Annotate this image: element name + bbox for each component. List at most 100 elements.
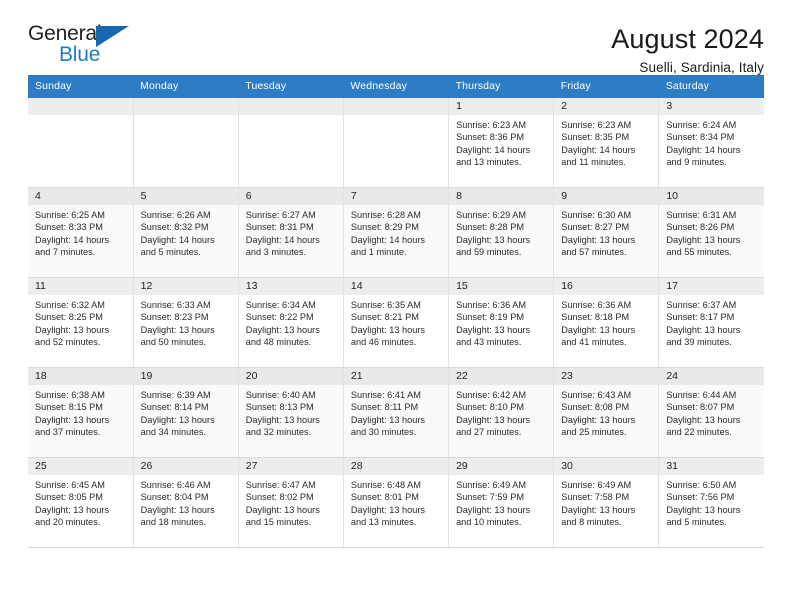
day-cell-inner: 31 Sunrise: 6:50 AM Sunset: 7:56 PM Dayligh…: [659, 458, 764, 547]
calendar-day-cell[interactable]: 18 Sunrise: 6:38 AM Sunset: 8:15 PM Dayligh…: [28, 367, 134, 458]
daylight-text-line1: Daylight: 13 hours: [245, 414, 320, 425]
daylight-text-line2: and 46 minutes.: [350, 336, 417, 347]
sunrise-text: Sunrise: 6:31 AM: [666, 210, 737, 220]
day-number: 29: [449, 458, 554, 475]
daylight-text-line2: and 8 minutes.: [561, 516, 622, 527]
day-details: Sunrise: 6:37 AM Sunset: 8:17 PM Daylight:…: [659, 295, 764, 348]
sunset-text: Sunset: 8:10 PM: [456, 402, 524, 413]
calendar-day-cell[interactable]: 23 Sunrise: 6:43 AM Sunset: 8:08 PM Dayligh…: [553, 367, 660, 458]
day-details: Sunrise: 6:46 AM Sunset: 8:04 PM Daylight:…: [134, 475, 238, 528]
calendar-day-cell[interactable]: 15 Sunrise: 6:36 AM Sunset: 8:19 PM Dayligh…: [448, 277, 555, 368]
sunrise-text: Sunrise: 6:23 AM: [561, 120, 632, 130]
calendar-day-cell[interactable]: 14 Sunrise: 6:35 AM Sunset: 8:21 PM Dayligh…: [343, 277, 450, 368]
daylight-text-line2: and 5 minutes.: [140, 246, 201, 257]
day-number: 31: [659, 458, 764, 475]
page-subtitle: Suelli, Sardinia, Italy: [639, 60, 764, 76]
calendar-day-cell[interactable]: 10 Sunrise: 6:31 AM Sunset: 8:26 PM Dayligh…: [658, 187, 764, 278]
page-header: General Blue August 2024 Suelli, Sardini…: [28, 0, 764, 76]
day-details: Sunrise: 6:36 AM Sunset: 8:18 PM Daylight:…: [554, 295, 658, 348]
daylight-text-line2: and 39 minutes.: [666, 336, 732, 347]
day-number: 20: [238, 368, 343, 385]
calendar-day-cell[interactable]: 19 Sunrise: 6:39 AM Sunset: 8:14 PM Dayligh…: [133, 367, 239, 458]
day-cell-inner: [238, 98, 343, 187]
calendar-day-cell[interactable]: 13 Sunrise: 6:34 AM Sunset: 8:22 PM Dayligh…: [238, 277, 344, 368]
sunset-text: Sunset: 8:25 PM: [35, 312, 103, 323]
sunset-text: Sunset: 8:14 PM: [140, 402, 209, 413]
calendar-day-cell[interactable]: 28 Sunrise: 6:48 AM Sunset: 8:01 PM Dayligh…: [343, 457, 450, 548]
calendar-day-cell[interactable]: 29 Sunrise: 6:49 AM Sunset: 7:59 PM Dayligh…: [448, 457, 555, 548]
calendar-day-cell[interactable]: 17 Sunrise: 6:37 AM Sunset: 8:17 PM Dayligh…: [658, 277, 764, 368]
calendar-day-cell[interactable]: 20 Sunrise: 6:40 AM Sunset: 8:13 PM Dayligh…: [238, 367, 344, 458]
calendar-day-cell[interactable]: 11 Sunrise: 6:32 AM Sunset: 8:25 PM Dayligh…: [28, 277, 134, 368]
sunset-text: Sunset: 8:21 PM: [350, 312, 419, 323]
calendar-day-cell[interactable]: 21 Sunrise: 6:41 AM Sunset: 8:11 PM Dayligh…: [343, 367, 450, 458]
calendar-day-cell[interactable]: 27 Sunrise: 6:47 AM Sunset: 8:02 PM Dayligh…: [238, 457, 344, 548]
day-cell-inner: 9 Sunrise: 6:30 AM Sunset: 8:27 PM Daylight…: [554, 188, 659, 277]
day-number: 12: [133, 278, 238, 295]
day-cell-inner: 4 Sunrise: 6:25 AM Sunset: 8:33 PM Daylight…: [28, 188, 133, 277]
calendar-day-cell[interactable]: 5 Sunrise: 6:26 AM Sunset: 8:32 PM Daylight…: [133, 187, 239, 278]
day-number: 19: [133, 368, 238, 385]
calendar-day-cell[interactable]: 3 Sunrise: 6:24 AM Sunset: 8:34 PM Daylight…: [658, 98, 764, 188]
daylight-text-line1: Daylight: 13 hours: [35, 414, 110, 425]
day-cell-inner: 10 Sunrise: 6:31 AM Sunset: 8:26 PM Dayligh…: [659, 188, 764, 277]
daylight-text-line1: Daylight: 14 hours: [140, 234, 215, 245]
day-details: Sunrise: 6:34 AM Sunset: 8:22 PM Daylight:…: [239, 295, 343, 348]
day-cell-inner: 16 Sunrise: 6:36 AM Sunset: 8:18 PM Dayligh…: [554, 278, 659, 367]
calendar-day-cell[interactable]: 24 Sunrise: 6:44 AM Sunset: 8:07 PM Dayligh…: [658, 367, 764, 458]
calendar-day-cell[interactable]: 31 Sunrise: 6:50 AM Sunset: 7:56 PM Dayligh…: [658, 457, 764, 548]
daylight-text-line2: and 32 minutes.: [245, 426, 312, 437]
day-number: 17: [659, 278, 764, 295]
calendar-day-cell[interactable]: 1 Sunrise: 6:23 AM Sunset: 8:36 PM Daylight…: [448, 98, 555, 188]
daylight-text-line1: Daylight: 13 hours: [245, 324, 320, 335]
calendar-day-cell[interactable]: 16 Sunrise: 6:36 AM Sunset: 8:18 PM Dayligh…: [553, 277, 660, 368]
sunset-text: Sunset: 8:05 PM: [35, 492, 103, 503]
calendar-day-cell[interactable]: 12 Sunrise: 6:33 AM Sunset: 8:23 PM Dayligh…: [133, 277, 239, 368]
daylight-text-line2: and 11 minutes.: [561, 156, 626, 167]
calendar-day-cell[interactable]: 26 Sunrise: 6:46 AM Sunset: 8:04 PM Dayligh…: [133, 457, 239, 548]
day-number: 9: [554, 188, 659, 205]
calendar-cell-empty: [28, 98, 134, 188]
calendar-day-cell[interactable]: 25 Sunrise: 6:45 AM Sunset: 8:05 PM Dayligh…: [28, 457, 134, 548]
day-number: 23: [554, 368, 659, 385]
daylight-text-line1: Daylight: 14 hours: [666, 144, 741, 155]
daylight-text-line1: Daylight: 14 hours: [561, 144, 636, 155]
daylight-text-line1: Daylight: 13 hours: [350, 504, 425, 515]
day-cell-inner: [28, 98, 133, 187]
sunset-text: Sunset: 8:28 PM: [456, 222, 524, 233]
calendar-day-cell[interactable]: 7 Sunrise: 6:28 AM Sunset: 8:29 PM Daylight…: [343, 187, 450, 278]
day-cell-inner: 8 Sunrise: 6:29 AM Sunset: 8:28 PM Daylight…: [449, 188, 554, 277]
sunrise-text: Sunrise: 6:29 AM: [456, 210, 527, 220]
calendar-day-cell[interactable]: 22 Sunrise: 6:42 AM Sunset: 8:10 PM Dayligh…: [448, 367, 555, 458]
sunrise-text: Sunrise: 6:36 AM: [561, 300, 632, 310]
calendar-day-cell[interactable]: 4 Sunrise: 6:25 AM Sunset: 8:33 PM Daylight…: [28, 187, 134, 278]
calendar-table: Sunday Monday Tuesday Wednesday Thursday…: [28, 75, 764, 548]
calendar-day-cell[interactable]: 6 Sunrise: 6:27 AM Sunset: 8:31 PM Daylight…: [238, 187, 344, 278]
sunset-text: Sunset: 8:35 PM: [561, 132, 630, 143]
sunset-text: Sunset: 8:31 PM: [245, 222, 314, 233]
day-cell-inner: 14 Sunrise: 6:35 AM Sunset: 8:21 PM Dayligh…: [343, 278, 449, 367]
calendar-day-cell[interactable]: 9 Sunrise: 6:30 AM Sunset: 8:27 PM Daylight…: [553, 187, 660, 278]
daylight-text-line1: Daylight: 13 hours: [456, 414, 531, 425]
calendar-day-cell[interactable]: 30 Sunrise: 6:49 AM Sunset: 7:58 PM Dayligh…: [553, 457, 660, 548]
sunrise-text: Sunrise: 6:46 AM: [140, 480, 211, 490]
general-blue-logo[interactable]: General Blue: [28, 22, 148, 74]
calendar-day-cell[interactable]: 8 Sunrise: 6:29 AM Sunset: 8:28 PM Daylight…: [448, 187, 555, 278]
sunset-text: Sunset: 8:32 PM: [140, 222, 209, 233]
day-number: 11: [28, 278, 133, 295]
sunrise-text: Sunrise: 6:39 AM: [140, 390, 211, 400]
sunset-text: Sunset: 7:59 PM: [456, 492, 524, 503]
sunrise-text: Sunrise: 6:30 AM: [561, 210, 632, 220]
daylight-text-line2: and 25 minutes.: [561, 426, 627, 437]
sunrise-text: Sunrise: 6:37 AM: [666, 300, 737, 310]
daylight-text-line1: Daylight: 13 hours: [456, 324, 531, 335]
sunrise-text: Sunrise: 6:48 AM: [350, 480, 421, 490]
day-number: [238, 98, 343, 115]
calendar-cell-empty: [343, 98, 450, 188]
day-details: Sunrise: 6:43 AM Sunset: 8:08 PM Daylight:…: [554, 385, 658, 438]
sunset-text: Sunset: 8:18 PM: [561, 312, 630, 323]
sunset-text: Sunset: 8:33 PM: [35, 222, 103, 233]
day-number: 7: [343, 188, 449, 205]
calendar-day-cell[interactable]: 2 Sunrise: 6:23 AM Sunset: 8:35 PM Daylight…: [553, 98, 660, 188]
daylight-text-line2: and 43 minutes.: [456, 336, 522, 347]
